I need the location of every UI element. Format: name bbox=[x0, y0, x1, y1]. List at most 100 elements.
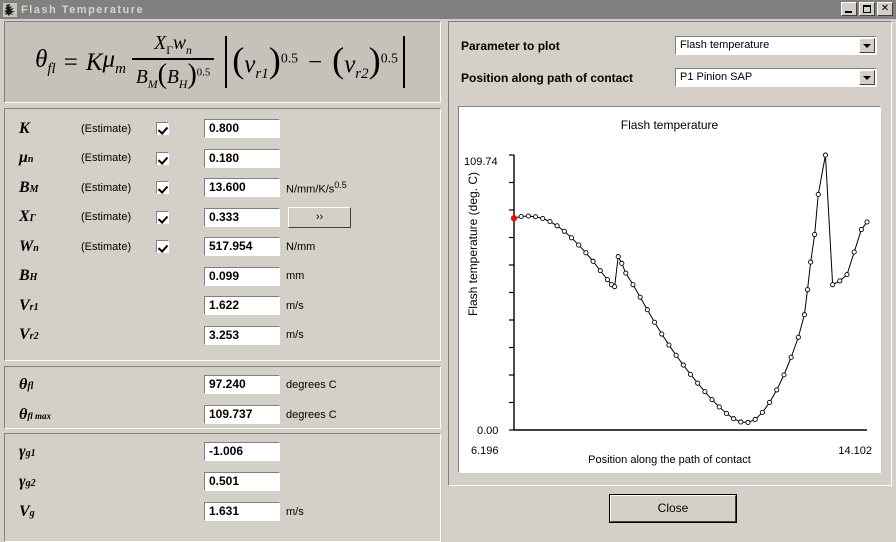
chevron-down-icon[interactable] bbox=[859, 38, 875, 53]
right-panel: Parameter to plot Flash temperature Posi… bbox=[448, 21, 892, 528]
parameter-symbol: Vr2 bbox=[19, 326, 39, 343]
estimate-checkbox[interactable] bbox=[156, 181, 169, 194]
parameter-symbol: γg1 bbox=[19, 442, 36, 460]
gamma-results-group: γg1 -1.006 γg2 0.501 Vg 1.631 m/s bbox=[4, 433, 441, 542]
flash-temperature-equation: θfl = K μm XΓwn BM(BH)0.5 (vr1)0.5 − (vr… bbox=[35, 34, 410, 90]
estimate-label: (Estimate) bbox=[81, 152, 132, 164]
equation-minus: − bbox=[308, 48, 323, 76]
parameter-symbol: BH bbox=[19, 267, 38, 284]
parameter-value-input[interactable]: 0.501 bbox=[204, 472, 280, 491]
parameter-unit: m/s bbox=[286, 505, 304, 518]
parameter-symbol: γg2 bbox=[19, 472, 36, 490]
parameter-row: γg1 -1.006 bbox=[5, 437, 440, 466]
parameter-symbol: K bbox=[19, 119, 30, 137]
equation-panel: θfl = K μm XΓwn BM(BH)0.5 (vr1)0.5 − (vr… bbox=[4, 21, 441, 103]
parameter-row: Wn (Estimate) 517.954 N/mm bbox=[5, 232, 440, 261]
position-along-path-label: Position along path of contact bbox=[461, 71, 633, 85]
parameter-value-input[interactable]: 109.737 bbox=[204, 405, 280, 424]
parameter-unit: m/s bbox=[286, 299, 304, 312]
equation-vr1: (vr1)0.5 bbox=[232, 40, 298, 82]
app-icon bbox=[3, 2, 17, 17]
estimate-label: (Estimate) bbox=[81, 240, 132, 253]
parameter-symbol: Vg bbox=[19, 502, 35, 520]
chart-canvas bbox=[509, 152, 870, 431]
parameter-unit: N/mm bbox=[286, 240, 316, 253]
maximize-button[interactable] bbox=[859, 2, 875, 16]
flash-temperature-window: Flash Temperature ✕ θfl = K μm XΓwn BM(B… bbox=[0, 0, 896, 542]
parameter-to-plot-select[interactable]: Flash temperature bbox=[675, 36, 877, 55]
maximize-icon bbox=[863, 5, 871, 13]
parameter-value-input[interactable]: 97.240 bbox=[204, 375, 280, 394]
parameter-row: Vg 1.631 m/s bbox=[5, 497, 440, 526]
equation-denominator: BM(BH)0.5 bbox=[131, 57, 215, 91]
chart-plot-area[interactable]: Flash temperature Flash temperature (deg… bbox=[458, 106, 881, 473]
chevron-down-icon[interactable] bbox=[859, 70, 875, 85]
parameter-unit: mm bbox=[286, 270, 305, 282]
parameter-row: Vr2 3.253 m/s bbox=[5, 321, 440, 350]
abs-bar-right bbox=[402, 36, 405, 88]
window-title: Flash Temperature bbox=[21, 3, 145, 16]
parameter-value-input[interactable]: 0.180 bbox=[204, 148, 280, 168]
parameter-row: μn (Estimate) 0.180 bbox=[5, 144, 440, 173]
plot-frame: Parameter to plot Flash temperature Posi… bbox=[448, 21, 892, 486]
parameter-symbol: θfl bbox=[19, 375, 34, 393]
equation-numerator: XΓwn bbox=[154, 32, 192, 57]
estimate-label: (Estimate) bbox=[81, 211, 132, 223]
parameter-unit: m/s bbox=[286, 329, 304, 341]
position-along-path-select[interactable]: P1 Pinion SAP bbox=[675, 68, 877, 87]
parameter-value-input[interactable]: 1.622 bbox=[204, 296, 280, 315]
more-options-button[interactable]: ›› bbox=[288, 206, 351, 228]
theta-results-group: θfl 97.240 degrees C θfl max 109.737 degrees … bbox=[4, 366, 441, 429]
abs-bar-left bbox=[225, 36, 228, 88]
parameter-value-input[interactable]: -1.006 bbox=[204, 442, 280, 461]
estimate-checkbox[interactable] bbox=[156, 210, 169, 224]
parameter-row: θfl 97.240 degrees C bbox=[5, 370, 440, 399]
input-parameters-group: K (Estimate) 0.800 μn (Estimate) 0.180 BM (Esti… bbox=[4, 108, 441, 361]
parameter-row: γg2 0.501 bbox=[5, 467, 440, 496]
window-controls: ✕ bbox=[841, 2, 893, 16]
minimize-icon bbox=[845, 11, 852, 13]
parameter-value-input[interactable]: 1.631 bbox=[204, 502, 280, 521]
estimate-checkbox[interactable] bbox=[156, 122, 169, 135]
equation-k: K bbox=[85, 48, 103, 76]
equation-fraction: XΓwn BM(BH)0.5 bbox=[131, 32, 215, 91]
parameter-symbol: BM bbox=[19, 178, 39, 196]
estimate-label: (Estimate) bbox=[81, 181, 132, 194]
position-along-path-value: P1 Pinion SAP bbox=[680, 71, 753, 83]
parameter-value-input[interactable]: 3.253 bbox=[204, 325, 280, 345]
parameter-value-input[interactable]: 0.800 bbox=[204, 119, 280, 138]
close-button[interactable]: Close bbox=[609, 494, 737, 523]
parameter-unit: N/mm/K/s0.5 bbox=[286, 179, 347, 196]
parameter-value-input[interactable]: 13.600 bbox=[204, 178, 280, 197]
parameter-symbol: Vr1 bbox=[19, 296, 39, 314]
estimate-checkbox[interactable] bbox=[156, 240, 169, 253]
parameter-symbol: Wn bbox=[19, 237, 39, 255]
parameter-row: K (Estimate) 0.800 bbox=[5, 114, 440, 143]
parameter-row: BM (Estimate) 13.600 N/mm/K/s0.5 bbox=[5, 173, 440, 202]
parameter-unit: degrees C bbox=[286, 378, 337, 391]
parameter-symbol: XΓ bbox=[19, 208, 36, 225]
equation-mu: μm bbox=[102, 46, 126, 77]
minimize-button[interactable] bbox=[841, 2, 857, 16]
equation-equals: = bbox=[63, 48, 78, 76]
parameter-row: θfl max 109.737 degrees C bbox=[5, 400, 440, 429]
parameter-value-input[interactable]: 0.333 bbox=[204, 207, 280, 227]
estimate-label: (Estimate) bbox=[81, 122, 132, 135]
parameter-value-input[interactable]: 517.954 bbox=[204, 237, 280, 256]
left-panel: θfl = K μm XΓwn BM(BH)0.5 (vr1)0.5 − (vr… bbox=[4, 21, 441, 542]
parameter-value-input[interactable]: 0.099 bbox=[204, 266, 280, 286]
equation-vr2: (vr2)0.5 bbox=[332, 40, 398, 82]
close-window-button[interactable]: ✕ bbox=[877, 2, 893, 16]
parameter-row: BH 0.099 mm bbox=[5, 262, 440, 291]
parameter-to-plot-label: Parameter to plot bbox=[461, 39, 560, 53]
parameter-unit: degrees C bbox=[286, 408, 337, 421]
parameter-row: Vr1 1.622 m/s bbox=[5, 291, 440, 320]
parameter-to-plot-value: Flash temperature bbox=[680, 39, 770, 51]
estimate-checkbox[interactable] bbox=[156, 151, 169, 165]
equation-lhs: θfl bbox=[35, 46, 56, 77]
close-icon: ✕ bbox=[880, 3, 890, 14]
parameter-symbol: θfl max bbox=[19, 405, 52, 423]
parameter-symbol: μn bbox=[19, 149, 34, 166]
title-bar: Flash Temperature ✕ bbox=[0, 0, 896, 19]
parameter-row: XΓ (Estimate) 0.333 ›› bbox=[5, 203, 440, 232]
